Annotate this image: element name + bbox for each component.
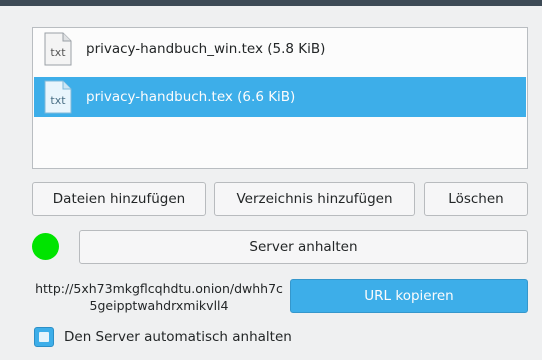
auto-stop-checkbox[interactable] xyxy=(34,327,54,347)
window-top-edge xyxy=(0,0,542,6)
onion-url-text: http://5xh73mkgflcqhdtu.onion/dwhh7c5gei… xyxy=(35,281,283,313)
add-folder-button[interactable]: Verzeichnis hinzufügen xyxy=(214,182,415,216)
add-files-button[interactable]: Dateien hinzufügen xyxy=(32,182,206,216)
text-file-icon: txt xyxy=(40,79,76,115)
text-file-icon: txt xyxy=(40,31,76,67)
copy-url-button[interactable]: URL kopieren xyxy=(290,279,528,313)
file-list-item-selected[interactable]: txt privacy-handbuch.tex (6.6 KiB) xyxy=(34,77,526,117)
file-list-item[interactable]: txt privacy-handbuch_win.tex (5.8 KiB) xyxy=(34,29,526,69)
checkbox-checked-mark xyxy=(39,332,49,342)
svg-text:txt: txt xyxy=(50,46,66,59)
auto-stop-label: Den Server automatisch anhalten xyxy=(64,329,292,345)
file-name-label: privacy-handbuch_win.tex (5.8 KiB) xyxy=(86,41,326,57)
file-name-label: privacy-handbuch.tex (6.6 KiB) xyxy=(86,89,296,105)
file-list[interactable]: txt privacy-handbuch_win.tex (5.8 KiB) t… xyxy=(32,27,528,169)
server-status-indicator xyxy=(32,233,59,260)
delete-button[interactable]: Löschen xyxy=(424,182,528,216)
auto-stop-option[interactable]: Den Server automatisch anhalten xyxy=(34,326,292,348)
svg-text:txt: txt xyxy=(50,94,66,107)
stop-server-button[interactable]: Server anhalten xyxy=(79,230,528,264)
